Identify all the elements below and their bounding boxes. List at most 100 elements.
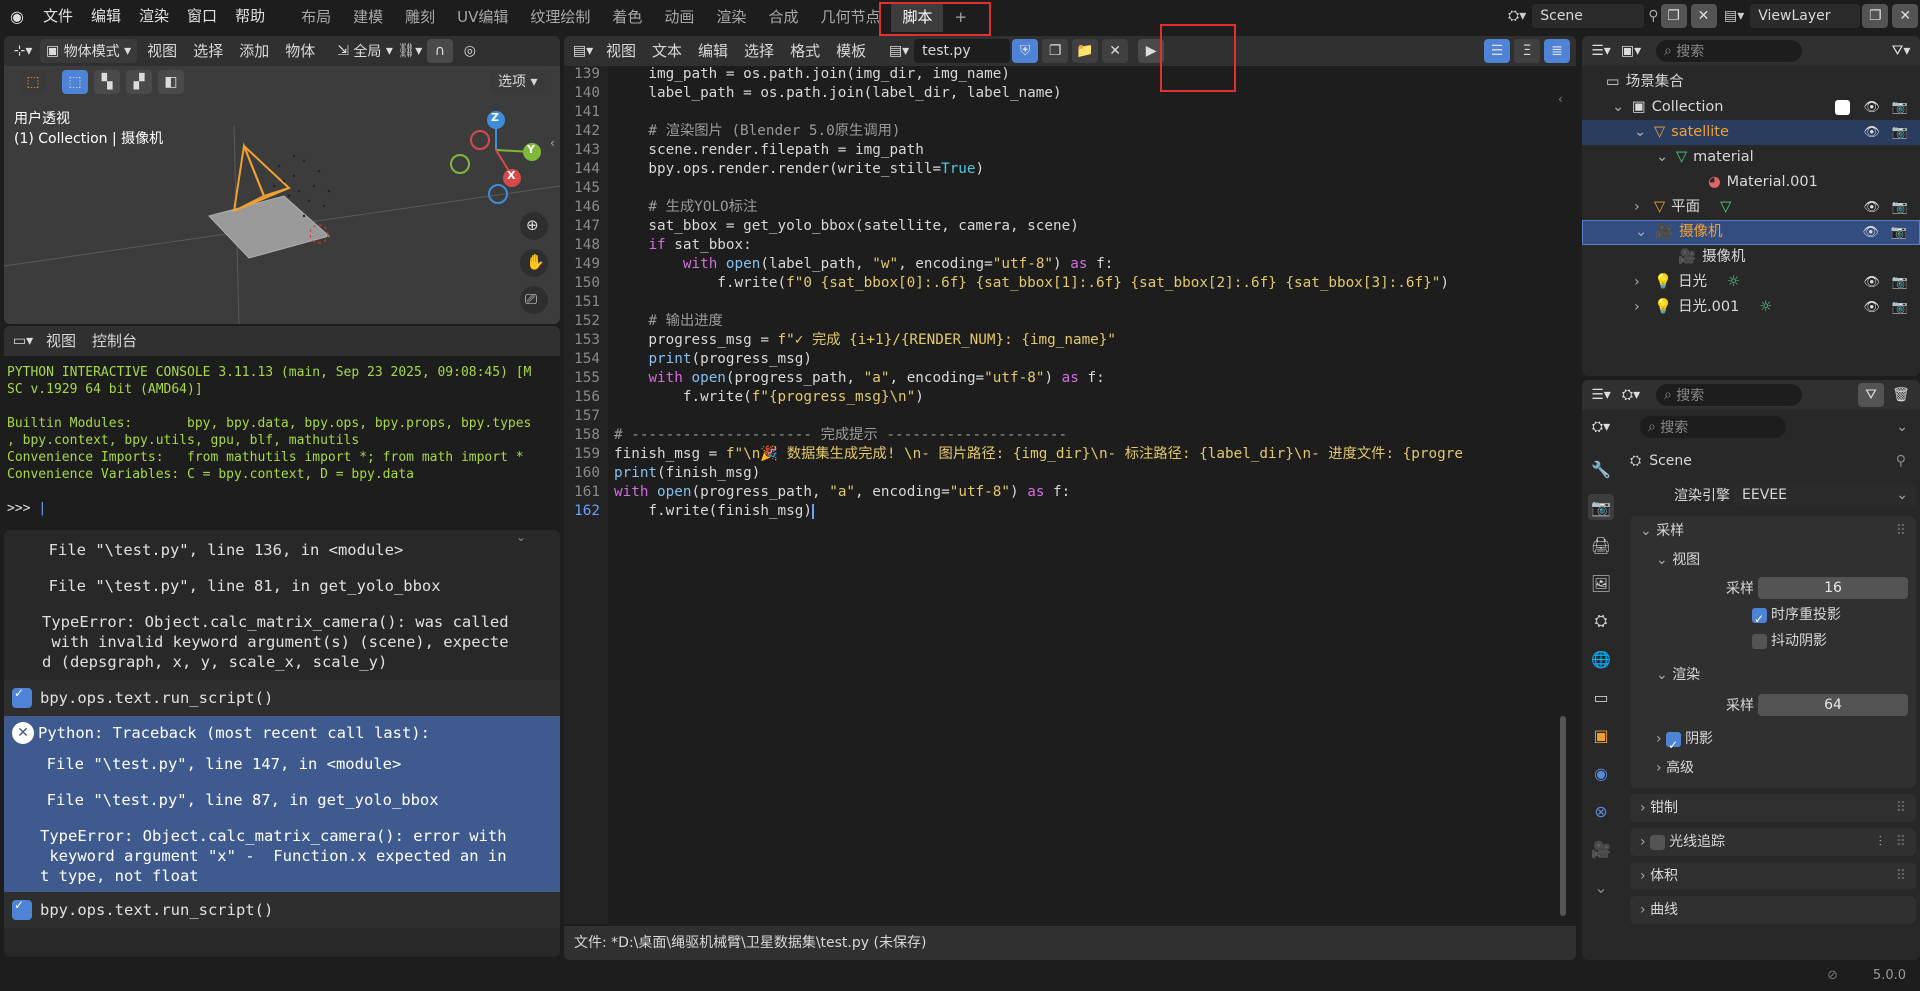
visibility-eye-icon[interactable]: 👁 — [1863, 295, 1880, 320]
pin-icon[interactable]: ⚲ — [1648, 8, 1658, 24]
console-menu-console[interactable]: 控制台 — [84, 326, 145, 357]
options-chevron-icon[interactable]: ⌄ — [1896, 419, 1908, 435]
network-status-icon[interactable]: ⊘ — [1827, 968, 1838, 983]
console-editor-type-icon[interactable]: ▭▾ — [10, 329, 36, 353]
outliner-editor-type-icon[interactable]: ☰▾ — [1588, 39, 1614, 63]
text-menu-view[interactable]: 视图 — [598, 36, 644, 67]
collection-tab-icon[interactable]: ▭ — [1588, 684, 1614, 710]
menu-help[interactable]: 帮助 — [226, 0, 274, 32]
new-scene-icon[interactable]: ❐ — [1660, 4, 1687, 28]
code-line[interactable]: 140 label_path = os.path.join(label_dir,… — [564, 84, 1554, 103]
scroll-chevron-icon[interactable]: ⌄ — [516, 530, 526, 544]
properties-editor[interactable]: ☰▾ ⛭▾ ⌕ 搜索 ⛛ 🗑 ⛭▾ ⌕ 搜索 ⌄ 🔧 📷 🖨 🖼 ⛭ 🌐 ▭ ▣… — [1582, 380, 1920, 960]
properties-search-top[interactable]: ⌕ 搜索 — [1656, 384, 1802, 406]
tab-layout[interactable]: 布局 — [290, 2, 342, 32]
data-tab-icon[interactable]: 🎥 — [1588, 836, 1614, 862]
visibility-eye-icon[interactable]: 👁 — [1862, 220, 1879, 245]
viewport-samples-field[interactable]: 16 — [1758, 577, 1908, 599]
sidebar-toggle-icon[interactable]: ‹ — [550, 136, 555, 150]
outliner-search[interactable]: ⌕ 搜索 — [1656, 40, 1802, 62]
render-camera-icon[interactable]: 📷 — [1892, 195, 1908, 220]
expand-chevron-icon[interactable]: ⌄ — [1656, 145, 1670, 170]
code-line[interactable]: 159 finish_msg = f"\n🎉 数据集生成完成! \n- 图片路径:… — [564, 445, 1554, 464]
camera-view-icon[interactable]: ⎚ — [525, 290, 537, 308]
tab-uv-editing[interactable]: UV编辑 — [446, 2, 519, 32]
filter-icon[interactable]: ⛛▾ — [1888, 39, 1914, 63]
pin-icon[interactable]: ⚲ — [1896, 453, 1906, 469]
tab-texture-paint[interactable]: 纹理绘制 — [519, 2, 601, 32]
info-editor[interactable]: File "\test.py", line 136, in <module> F… — [4, 530, 560, 957]
temporal-reprojection-row[interactable]: 时序重投影 — [1630, 602, 1916, 632]
text-menu-format[interactable]: 格式 — [782, 36, 828, 67]
collapse-chevron-icon[interactable]: › — [1634, 295, 1648, 320]
code-scrollbar[interactable] — [1560, 716, 1566, 916]
code-line[interactable]: 142 # 渲染图片 (Blender 5.0原生调用) — [564, 122, 1554, 141]
visibility-eye-icon[interactable]: 👁 — [1863, 195, 1880, 220]
outliner-row-collection[interactable]: ⌄ ▣ Collection 👁 📷 — [1582, 95, 1920, 123]
code-line[interactable]: 153 progress_msg = f"✓ 完成 {i+1}/{RENDER_… — [564, 331, 1554, 350]
render-subpanel-header[interactable]: ⌄ 渲染 — [1630, 660, 1916, 690]
display-mode-icon[interactable]: ▣▾ — [1618, 39, 1644, 63]
text-sidebar-toggle-icon[interactable]: ‹ — [1558, 92, 1563, 106]
expand-chevron-icon[interactable]: ⌄ — [1634, 120, 1648, 145]
text-menu-templates[interactable]: 模板 — [828, 36, 874, 67]
drag-handle-icon[interactable]: ⠿ — [1896, 828, 1906, 856]
code-line[interactable]: 162 f.write(finish_msg) — [564, 502, 1554, 521]
code-line[interactable]: 144 bpy.ops.render.render(write_still=Tr… — [564, 160, 1554, 179]
more-tabs-chevron-icon[interactable]: ⌄ — [1588, 874, 1614, 900]
outliner-row-satellite[interactable]: ⌄ ▽ satellite 👁 📷 — [1582, 120, 1920, 145]
render-samples-field[interactable]: 64 — [1758, 694, 1908, 716]
clamping-panel-header[interactable]: › 钳制 ⠿ — [1630, 794, 1916, 822]
visibility-eye-icon[interactable]: 👁 — [1863, 270, 1880, 295]
output-tab-icon[interactable]: 🖨 — [1588, 532, 1614, 558]
curves-panel-header[interactable]: › 曲线 — [1630, 896, 1916, 924]
code-line[interactable]: 149 with open(label_path, "w", encoding=… — [564, 255, 1554, 274]
code-line[interactable]: 158 # --------------------- 完成提示 --------… — [564, 426, 1554, 445]
code-line[interactable]: 154 print(progress_msg) — [564, 350, 1554, 369]
plane-mesh[interactable] — [208, 195, 331, 259]
outliner-row-scene-collection[interactable]: ▭ 场景集合 — [1582, 70, 1920, 95]
text-browse-icon[interactable]: ▤▾ — [886, 39, 912, 63]
3d-viewport[interactable]: ⊹▾ ▣ 物体模式 ▾ 视图 选择 添加 物体 ⇲ 全局 ▾ ⛓▾ ∩ ◎ ⬚ … — [4, 36, 560, 324]
outliner-row-camera[interactable]: ⌄ 🎥 摄像机 👁 📷 — [1582, 220, 1920, 245]
outliner[interactable]: ☰▾ ▣▾ ⌕ 搜索 ⛛▾ ▭ 场景集合 ⌄ ▣ Collection 👁 📷 ⌄ ▽… — [1582, 36, 1920, 376]
text-menu-edit[interactable]: 编辑 — [690, 36, 736, 67]
new-text-icon[interactable]: ❐ — [1042, 39, 1069, 63]
code-line[interactable]: 145 — [564, 179, 1554, 198]
code-line[interactable]: 160 print(finish_msg) — [564, 464, 1554, 483]
text-editor[interactable]: ▤▾ 视图 文本 编辑 选择 格式 模板 ▤▾ test.py ⛨ ❐ 📁 ✕ … — [564, 36, 1576, 960]
console-menu-view[interactable]: 视图 — [38, 326, 84, 357]
view-layer-tab-icon[interactable]: 🖼 — [1588, 570, 1614, 596]
raytracing-checkbox[interactable] — [1650, 834, 1666, 850]
code-line[interactable]: 147 sat_bbox = get_yolo_bbox(satellite, … — [564, 217, 1554, 236]
pan-hand-icon[interactable]: ✋ — [526, 253, 545, 271]
code-line[interactable]: 139 img_path = os.path.join(img_dir, img… — [564, 65, 1554, 84]
text-menu-select[interactable]: 选择 — [736, 36, 782, 67]
outliner-row-sun[interactable]: › 💡 日光 ☼ 👁 📷 — [1582, 270, 1920, 295]
object-tab-icon[interactable]: ▣ — [1588, 722, 1614, 748]
menu-file[interactable]: 文件 — [34, 0, 82, 32]
shadows-subpanel-header[interactable]: › 阴影 — [1630, 724, 1916, 760]
physics-tab-icon[interactable]: ◉ — [1588, 760, 1614, 786]
tab-sculpting[interactable]: 雕刻 — [394, 2, 446, 32]
text-menu-text[interactable]: 文本 — [644, 36, 690, 67]
text-editor-type-icon[interactable]: ▤▾ — [570, 39, 596, 63]
unlink-text-icon[interactable]: ✕ — [1102, 39, 1129, 63]
visibility-eye-icon[interactable]: 👁 — [1863, 120, 1880, 145]
properties-type-icon[interactable]: ⛭▾ — [1588, 415, 1614, 439]
jitter-shadows-checkbox[interactable] — [1752, 633, 1767, 649]
line-numbers-icon[interactable]: ☰ — [1484, 39, 1510, 63]
render-camera-icon[interactable]: 📷 — [1892, 270, 1908, 295]
code-line[interactable]: 152 # 输出进度 — [564, 312, 1554, 331]
exclude-checkbox[interactable] — [1835, 98, 1850, 123]
code-line[interactable]: 150 f.write(f"0 {sat_bbox[0]:.6f} {sat_b… — [564, 274, 1554, 293]
code-line[interactable]: 148 if sat_bbox: — [564, 236, 1554, 255]
scene-tab-icon[interactable]: ⛭ — [1588, 608, 1614, 634]
outliner-row-material[interactable]: ⌄ ▽ material — [1582, 145, 1920, 170]
tool-tab-icon[interactable]: 🔧 — [1588, 456, 1614, 482]
visibility-eye-icon[interactable]: 👁 — [1863, 95, 1880, 120]
expand-chevron-icon[interactable]: ⌄ — [1612, 95, 1626, 120]
view-layer-selector[interactable]: ▤▾ ViewLayer ❐ ✕ — [1724, 4, 1920, 28]
tab-shading[interactable]: 着色 — [601, 2, 653, 32]
presets-icon[interactable]: ⫶ — [1879, 828, 1883, 856]
